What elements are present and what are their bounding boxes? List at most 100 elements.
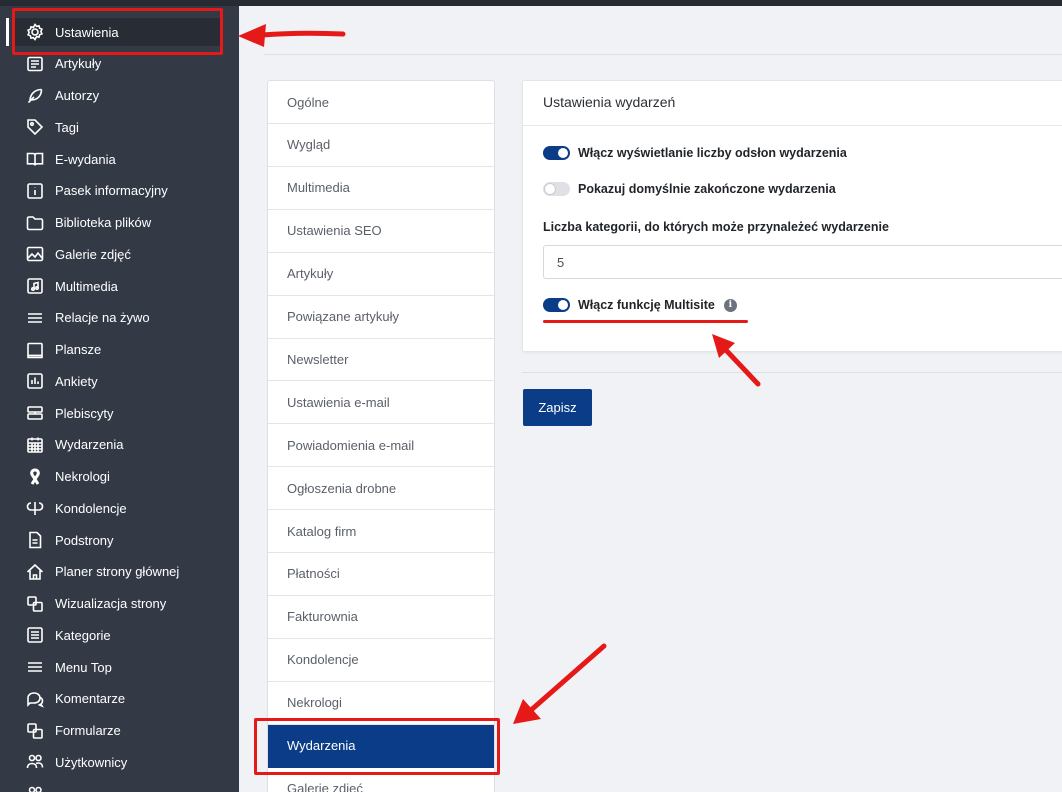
tab-12[interactable]: Fakturownia — [268, 596, 494, 639]
toggle-ended-label: Pokazuj domyślnie zakończone wydarzenia — [578, 182, 836, 196]
sidebar-item-kategorie[interactable]: Kategorie — [24, 621, 111, 649]
switch-knob — [545, 184, 555, 194]
sidebar-item-label: Ustawienia — [55, 24, 119, 40]
sidebar-item-galerie-zdjec[interactable]: Galerie zdjęć — [24, 240, 131, 268]
sidebar-item-ustawienia[interactable]: Ustawienia — [13, 18, 221, 46]
tab-9[interactable]: Ogłoszenia drobne — [268, 467, 494, 511]
tab-10[interactable]: Katalog firm — [268, 510, 494, 553]
tab-3[interactable]: Ustawienia SEO — [268, 210, 494, 253]
sidebar-item-wizualizacja-strony[interactable]: Wizualizacja strony — [24, 590, 166, 618]
divider — [523, 125, 1062, 126]
sidebar-item-komentarze[interactable]: Komentarze — [24, 685, 125, 713]
sidebar-item-autorzy[interactable]: Autorzy — [24, 82, 99, 110]
sidebar-item-label: Biblioteka plików — [55, 215, 152, 230]
card-title: Ustawienia wydarzeń — [543, 94, 676, 110]
tab-1[interactable]: Wygląd — [268, 124, 494, 167]
sidebar-item-plansze[interactable]: Plansze — [24, 336, 101, 364]
sidebar-item-kondolencje[interactable]: Kondolencje — [24, 494, 127, 522]
sidebar-item-biblioteka-plikow[interactable]: Biblioteka plików — [24, 209, 151, 237]
sidebar-item-uzytkownicy[interactable]: Użytkownicy — [24, 748, 127, 776]
underline-multisite — [543, 320, 748, 323]
sidebar-item-label: Wydarzenia — [55, 437, 124, 453]
tab-8[interactable]: Powiadomienia e-mail — [268, 424, 494, 468]
ribbon-icon — [24, 466, 46, 488]
toggle-ended-switch[interactable] — [543, 182, 570, 196]
sidebar-item-podstrony[interactable]: Podstrony — [24, 526, 114, 554]
sidebar-item-planer-strony-glownej[interactable]: Planer strony głównej — [24, 558, 179, 586]
sidebar-item-e-wydania[interactable]: E-wydania — [24, 145, 116, 173]
divider — [264, 54, 1062, 55]
info-icon[interactable]: i — [723, 298, 737, 312]
comments-icon — [24, 688, 46, 710]
sidebar-item-label: Ankiety — [55, 373, 98, 389]
sidebar-item-partial[interactable] — [24, 780, 55, 792]
tab-0[interactable]: Ogólne — [268, 81, 494, 124]
sidebar-item-label: Kondolencje — [55, 500, 127, 516]
sidebar-item-label: Multimedia — [55, 278, 118, 294]
tab-13[interactable]: Kondolencje — [268, 639, 494, 682]
sidebar-item-label: Kategorie — [55, 627, 111, 643]
toggle-views-switch[interactable] — [543, 146, 570, 160]
sidebar-item-label: Komentarze — [55, 691, 126, 707]
tab-15[interactable]: Wydarzenia — [268, 724, 494, 768]
sidebar-item-label: Pasek informacyjny — [55, 183, 168, 199]
newspaper-icon — [24, 53, 46, 75]
copy-icon — [24, 720, 46, 742]
condolence-icon — [24, 497, 46, 519]
sidebar-item-ankiety[interactable]: Ankiety — [24, 367, 98, 395]
tab-6[interactable]: Newsletter — [268, 338, 494, 382]
categories-limit-input[interactable]: 5 — [543, 245, 1062, 279]
tag-icon — [24, 116, 46, 138]
sidebar-item-label: Plebiscyty — [55, 405, 114, 421]
sidebar-item-nekrologi[interactable]: Nekrologi — [24, 463, 110, 491]
sidebar-item-label: E-wydania — [55, 151, 116, 167]
tab-4[interactable]: Artykuły — [268, 253, 494, 296]
save-button[interactable]: Zapisz — [523, 389, 592, 426]
tab-7[interactable]: Ustawienia e-mail — [268, 381, 494, 425]
gear-icon — [24, 21, 46, 43]
sidebar-item-label: Plansze — [55, 342, 102, 357]
sidebar-item-label: Menu Top — [55, 659, 112, 675]
copy-icon — [24, 593, 46, 615]
users-icon — [24, 751, 46, 773]
lines-icon — [24, 307, 46, 329]
sidebar-item-pasek-informacyjny[interactable]: Pasek informacyjny — [24, 177, 168, 205]
categories-limit-label: Liczba kategorii, do których może przyna… — [543, 220, 889, 234]
sidebar-item-label: Galerie zdjęć — [55, 246, 131, 262]
sidebar-item-label: Podstrony — [55, 532, 114, 548]
feather-icon — [24, 85, 46, 107]
sidebar-item-multimedia[interactable]: Multimedia — [24, 272, 118, 300]
sidebar-item-wydarzenia[interactable]: Wydarzenia — [24, 431, 124, 459]
sidebar: Ustawienia Artykuły Autorzy Tagi E-wydania Pa… — [0, 6, 239, 792]
sidebar-item-plebiscyty[interactable]: Plebiscyty — [24, 399, 114, 427]
sidebar-item-formularze[interactable]: Formularze — [24, 717, 121, 745]
sidebar-item-label: Autorzy — [55, 88, 100, 103]
toggle-multisite-switch[interactable] — [543, 298, 570, 312]
sidebar-item-label: Relacje na żywo — [55, 310, 150, 326]
toggle-multisite-row: Włącz funkcję Multisite i — [543, 295, 737, 315]
sidebar-item-tagi[interactable]: Tagi — [24, 113, 79, 141]
tab-16[interactable]: Galerie zdjęć — [268, 767, 494, 792]
list-icon — [24, 624, 46, 646]
tab-11[interactable]: Płatności — [268, 553, 494, 596]
tab-2[interactable]: Multimedia — [268, 167, 494, 210]
toggle-multisite-label: Włącz funkcję Multisite — [578, 298, 715, 312]
sidebar-item-label: Użytkownicy — [55, 754, 128, 770]
image-icon — [24, 243, 46, 265]
sidebar-item-relacje-na-zywo[interactable]: Relacje na żywo — [24, 304, 150, 332]
sidebar-item-artykuly[interactable]: Artykuły — [24, 50, 101, 78]
tab-14[interactable]: Nekrologi — [268, 682, 494, 725]
sidebar-item-label: Formularze — [55, 723, 121, 738]
sidebar-item-label: Nekrologi — [55, 469, 110, 484]
layers-icon — [24, 402, 46, 424]
sidebar-item-label: Wizualizacja strony — [55, 596, 167, 611]
divider — [522, 372, 1062, 373]
settings-tabs: Ogólne Wygląd Multimedia Ustawienia SEO Arty… — [267, 80, 495, 792]
sidebar-item-menu-top[interactable]: Menu Top — [24, 653, 112, 681]
toggle-views-label: Włącz wyświetlanie liczby odsłon wydarze… — [578, 146, 847, 160]
home-icon — [24, 561, 46, 583]
music-file-icon — [24, 275, 46, 297]
tab-5[interactable]: Powiązane artykuły — [268, 296, 494, 339]
switch-knob — [558, 300, 568, 310]
events-settings-card: Ustawienia wydarzeń Włącz wyświetlanie l… — [522, 80, 1062, 352]
